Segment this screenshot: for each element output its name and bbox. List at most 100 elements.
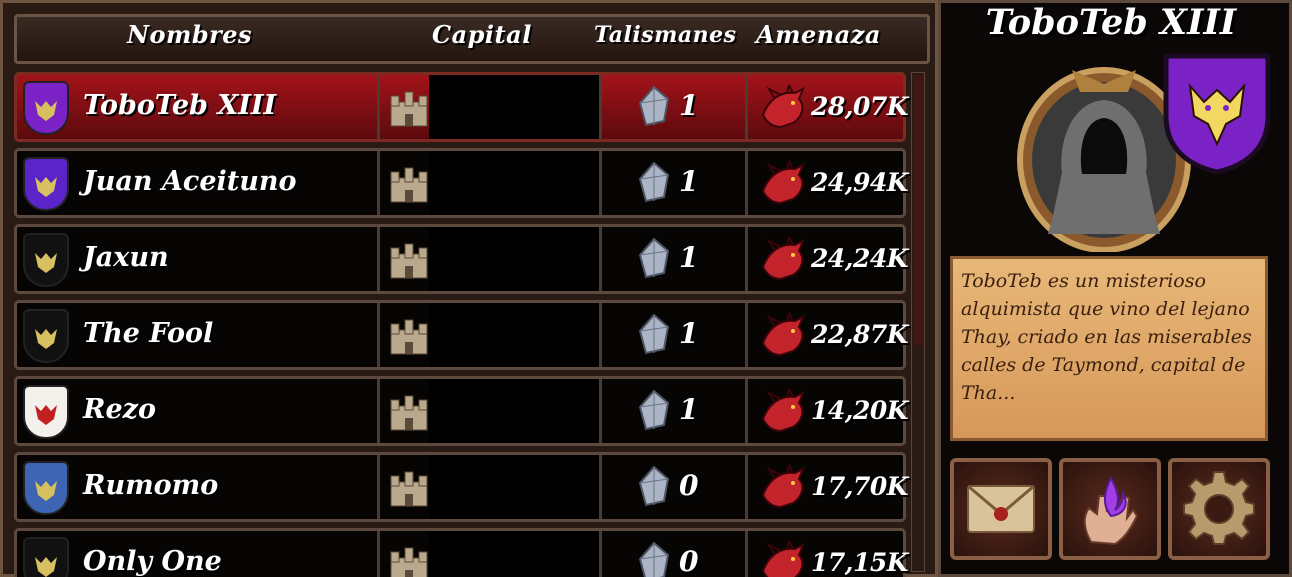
castle-icon[interactable] bbox=[389, 316, 429, 356]
threat-value: 17,70K bbox=[811, 472, 909, 501]
threat-value: 24,24K bbox=[811, 244, 909, 273]
column-divider bbox=[377, 227, 380, 291]
column-divider bbox=[745, 455, 748, 519]
player-name: The Fool bbox=[83, 318, 214, 349]
column-divider bbox=[745, 379, 748, 443]
header-capital[interactable]: Capital bbox=[432, 20, 532, 49]
player-list[interactable]: ToboTeb XIII 1 28,07K Juan Aceituno 1 24,94K J… bbox=[14, 72, 924, 577]
player-row[interactable]: Juan Aceituno 1 24,94K bbox=[14, 148, 909, 218]
header-threat[interactable]: Amenaza bbox=[756, 20, 881, 49]
column-divider bbox=[377, 455, 380, 519]
column-divider bbox=[377, 379, 380, 443]
capital-cell bbox=[429, 151, 599, 215]
capital-cell bbox=[429, 531, 599, 577]
player-title: ToboTeb XIII bbox=[985, 2, 1237, 43]
magic-hand-icon bbox=[1083, 475, 1139, 546]
castle-icon[interactable] bbox=[389, 392, 429, 432]
talisman-gem-icon bbox=[637, 389, 671, 431]
column-divider bbox=[599, 379, 602, 443]
talisman-count: 1 bbox=[679, 89, 699, 122]
talisman-count: 0 bbox=[679, 469, 699, 502]
player-row[interactable]: ToboTeb XIII 1 28,07K bbox=[14, 72, 909, 142]
header-names[interactable]: Nombres bbox=[127, 20, 252, 49]
knot-sigil-icon bbox=[23, 385, 69, 439]
dragon-threat-icon bbox=[759, 538, 807, 577]
capital-cell bbox=[429, 75, 599, 139]
talisman-count: 1 bbox=[679, 241, 699, 274]
threat-value: 24,94K bbox=[811, 168, 909, 197]
player-name: Rezo bbox=[83, 394, 156, 425]
crown-sigil-icon bbox=[23, 537, 69, 577]
capital-cell bbox=[429, 303, 599, 367]
castle-icon[interactable] bbox=[389, 88, 429, 128]
column-divider bbox=[599, 151, 602, 215]
dragon-crest-badge-icon bbox=[1163, 53, 1271, 174]
threat-value: 22,87K bbox=[811, 320, 909, 349]
talisman-gem-icon bbox=[637, 237, 671, 279]
gear-icon bbox=[1183, 471, 1255, 545]
list-scrollbar[interactable] bbox=[911, 72, 925, 572]
player-row[interactable]: Jaxun 1 24,24K bbox=[14, 224, 909, 294]
column-divider bbox=[745, 227, 748, 291]
talisman-gem-icon bbox=[637, 161, 671, 203]
castle-icon[interactable] bbox=[389, 544, 429, 577]
column-divider bbox=[377, 531, 380, 577]
column-divider bbox=[599, 303, 602, 367]
column-divider bbox=[377, 151, 380, 215]
column-divider bbox=[599, 531, 602, 577]
column-divider bbox=[599, 455, 602, 519]
capital-cell bbox=[429, 455, 599, 519]
player-row[interactable]: Rezo 1 14,20K bbox=[14, 376, 909, 446]
dragon-sigil-icon bbox=[23, 81, 69, 135]
dragon-threat-icon bbox=[759, 82, 807, 131]
column-divider bbox=[599, 227, 602, 291]
spell-button[interactable] bbox=[1059, 458, 1161, 560]
column-divider bbox=[745, 531, 748, 577]
talisman-gem-icon bbox=[637, 465, 671, 507]
player-name: Juan Aceituno bbox=[83, 166, 297, 197]
column-divider bbox=[599, 75, 602, 139]
player-row[interactable]: Rumomo 0 17,70K bbox=[14, 452, 909, 522]
player-row[interactable]: The Fool 1 22,87K bbox=[14, 300, 909, 370]
player-name: ToboTeb XIII bbox=[83, 90, 277, 121]
capital-cell bbox=[429, 227, 599, 291]
envelope-icon bbox=[967, 484, 1035, 533]
column-divider bbox=[377, 75, 380, 139]
capital-cell bbox=[429, 379, 599, 443]
threat-value: 28,07K bbox=[811, 92, 909, 121]
header-talismans[interactable]: Talismanes bbox=[594, 22, 737, 48]
dragon-threat-icon bbox=[759, 462, 807, 511]
talisman-gem-icon bbox=[637, 541, 671, 577]
column-divider bbox=[745, 303, 748, 367]
message-button[interactable] bbox=[950, 458, 1052, 560]
scrollbar-thumb[interactable] bbox=[913, 75, 923, 345]
talisman-gem-icon bbox=[637, 313, 671, 355]
dragon-threat-icon bbox=[759, 158, 807, 207]
player-description: ToboTeb es un misterioso alquimista que … bbox=[950, 256, 1268, 441]
talisman-gem-icon bbox=[637, 85, 671, 127]
player-name: Rumomo bbox=[83, 470, 219, 501]
unicorn-sigil-icon bbox=[23, 233, 69, 287]
player-name: Only One bbox=[83, 546, 222, 577]
threat-value: 17,15K bbox=[811, 548, 909, 577]
column-divider bbox=[745, 75, 748, 139]
talisman-count: 0 bbox=[679, 545, 699, 577]
castle-icon[interactable] bbox=[389, 240, 429, 280]
player-row[interactable]: Only One 0 17,15K bbox=[14, 528, 909, 577]
threat-value: 14,20K bbox=[811, 396, 909, 425]
talisman-count: 1 bbox=[679, 393, 699, 426]
settings-button[interactable] bbox=[1168, 458, 1270, 560]
player-name: Jaxun bbox=[83, 242, 169, 273]
talisman-count: 1 bbox=[679, 317, 699, 350]
column-divider bbox=[745, 151, 748, 215]
horse-sigil-icon bbox=[23, 157, 69, 211]
dragon-threat-icon bbox=[759, 310, 807, 359]
dragon-threat-icon bbox=[759, 386, 807, 435]
castle-icon[interactable] bbox=[389, 164, 429, 204]
talisman-count: 1 bbox=[679, 165, 699, 198]
column-divider bbox=[377, 303, 380, 367]
flower-sigil-icon bbox=[23, 461, 69, 515]
castle-icon[interactable] bbox=[389, 468, 429, 508]
moth-sigil-icon bbox=[23, 309, 69, 363]
dragon-threat-icon bbox=[759, 234, 807, 283]
